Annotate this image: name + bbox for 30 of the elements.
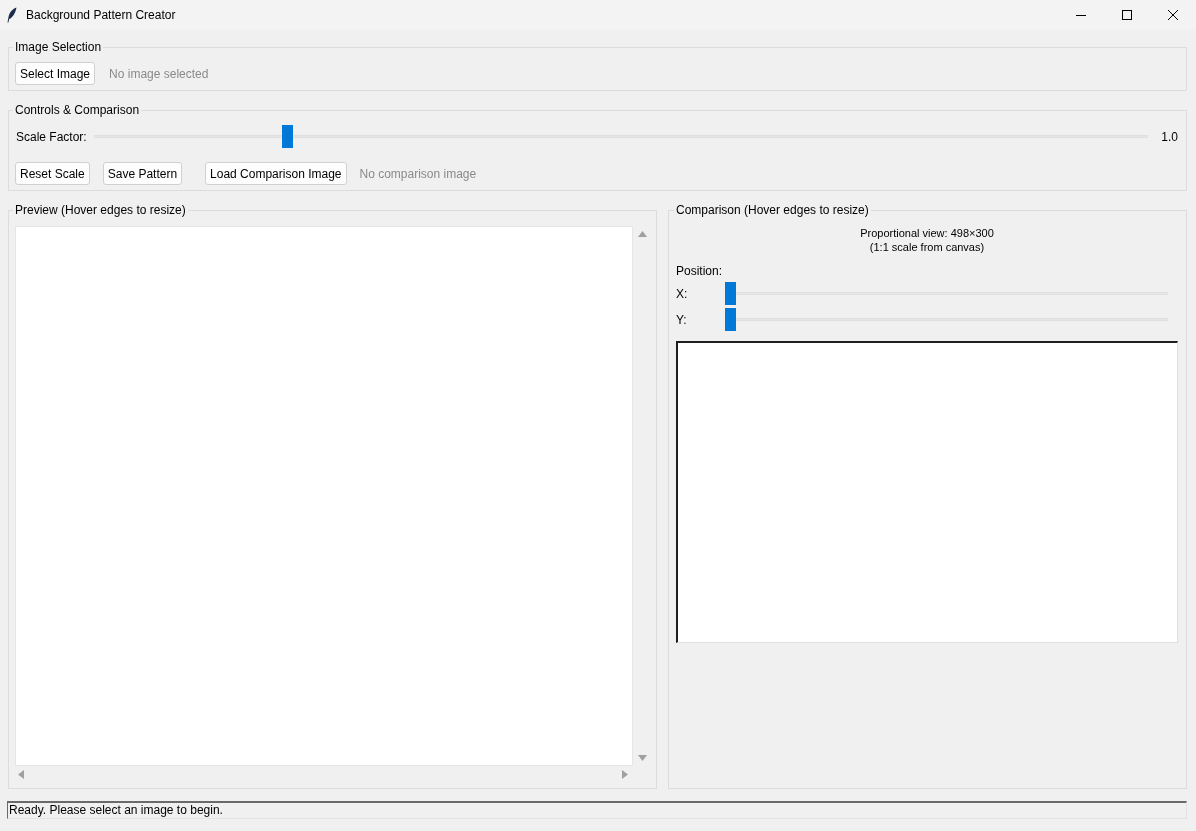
- action-button[interactable]: Load Comparison Image: [205, 162, 347, 185]
- panel-title: Comparison (Hover edges to resize): [675, 203, 870, 218]
- feather-icon: [7, 7, 17, 23]
- select-image-button[interactable]: Select Image: [15, 62, 96, 85]
- status-bar: Ready. Please select an image to begin.: [7, 801, 1187, 819]
- panel-title: Preview (Hover edges to resize): [14, 203, 187, 218]
- canvas-info-text: Proportional view: 498×300: [860, 226, 994, 240]
- panel-title: Image Selection: [14, 40, 103, 55]
- slider-thumb[interactable]: [281, 125, 293, 148]
- comparison-status-text: No comparison image: [359, 166, 477, 181]
- scroll-right-icon[interactable]: [622, 769, 628, 779]
- scroll-left-icon[interactable]: [18, 769, 24, 779]
- minimize-icon: [1076, 14, 1086, 16]
- scale-value: 1.0: [1161, 129, 1178, 144]
- position-label: Position:: [676, 264, 723, 279]
- window-title: Background Pattern Creator: [26, 7, 176, 23]
- scroll-up-icon[interactable]: [638, 231, 647, 237]
- panel-title: Controls & Comparison: [14, 103, 141, 118]
- slider-thumb[interactable]: [725, 282, 736, 305]
- maximize-icon: [1122, 10, 1132, 20]
- slider-label: X:: [676, 286, 689, 301]
- scale-label: Scale Factor:: [15, 129, 88, 144]
- slider-label: Y:: [676, 312, 688, 327]
- canvas-info-text: (1:1 scale from canvas): [869, 240, 985, 254]
- action-button[interactable]: Reset Scale: [15, 162, 90, 185]
- scroll-down-icon[interactable]: [638, 755, 647, 761]
- close-icon: [1168, 10, 1178, 20]
- image-status-text: No image selected: [109, 66, 209, 81]
- action-button[interactable]: Save Pattern: [102, 162, 183, 185]
- slider-thumb[interactable]: [725, 308, 736, 331]
